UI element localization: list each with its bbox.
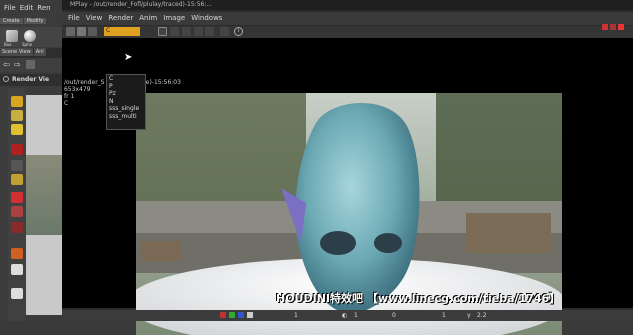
alpha-icon[interactable]	[170, 27, 179, 36]
menu-file[interactable]: File	[68, 12, 80, 25]
viewport-toolbar	[8, 88, 26, 321]
tab-modify[interactable]: Modify	[23, 18, 47, 24]
light-tool-icon[interactable]	[11, 248, 23, 259]
shelf-label-sphere: Sphe	[22, 42, 33, 47]
menu-anim[interactable]: Anim	[139, 12, 157, 25]
render-view-label: Render Vie	[12, 76, 50, 83]
lut-icon[interactable]	[182, 27, 191, 36]
minimize-icon[interactable]	[602, 24, 608, 30]
tab-scene-view[interactable]: Scene View	[0, 48, 33, 56]
menu-file[interactable]: File	[4, 4, 16, 12]
exposure-field[interactable]: 1	[294, 312, 298, 319]
sphere-icon[interactable]	[24, 30, 36, 42]
render-view-icon	[3, 76, 9, 82]
rotate-tool-icon[interactable]	[11, 124, 23, 135]
snap-tool-icon[interactable]	[11, 192, 23, 203]
channel-icon[interactable]	[88, 27, 97, 36]
info-suffix: ce)-15:56:03	[142, 79, 181, 86]
transform-tool-icon[interactable]	[11, 222, 23, 233]
zoom-icon[interactable]	[77, 27, 86, 36]
shelf: Box Sphe	[0, 27, 62, 47]
image-display[interactable]: /out/render_S ce)-15:56:03 653x479 fr 1 C	[62, 38, 633, 335]
info-path: /out/render_S	[64, 79, 105, 86]
mplay-menubar: File View Render Anim Image Windows	[62, 12, 633, 25]
alpha-channel-icon[interactable]	[247, 312, 253, 318]
scene-view-tabs: Scene View Ani	[0, 48, 62, 58]
maximize-icon[interactable]	[610, 24, 616, 30]
plane-option-sss-multi[interactable]: sss_multi	[107, 113, 145, 121]
houdini-menubar: File Edit Ren	[0, 4, 62, 16]
camera-tool-icon[interactable]	[11, 264, 23, 275]
pose-tool-icon[interactable]	[11, 174, 23, 185]
viewport-scene	[26, 155, 62, 235]
tab-create[interactable]: Create	[0, 18, 23, 24]
magnet-icon[interactable]	[11, 206, 23, 217]
box-icon[interactable]	[6, 30, 18, 42]
rgb-icon[interactable]	[158, 27, 167, 36]
menu-view[interactable]: View	[86, 12, 103, 25]
houdini-main-window: File Edit Ren Create Modify Box Sphe Scene …	[0, 0, 63, 321]
shelf-label-box: Box	[4, 42, 12, 47]
plane-option-pz[interactable]: Pz	[107, 90, 145, 98]
render-tool-icon[interactable]	[11, 288, 23, 299]
mplay-toolbar: i	[62, 26, 633, 38]
mplay-title: MPlay - /out/render_Fofl/plulay/traced)-…	[70, 1, 213, 8]
watermark: HOUDINI特效吧 【www.linecg.com/tieba/1746】	[276, 292, 561, 305]
menu-edit[interactable]: Edit	[20, 4, 34, 12]
mouse-cursor-icon: ➤	[124, 52, 133, 63]
back-arrow-icon[interactable]: ⇦	[3, 60, 10, 69]
gamma-icon[interactable]	[194, 27, 203, 36]
scale-tool-icon[interactable]	[11, 144, 23, 155]
brightness-field[interactable]: 1	[354, 312, 358, 319]
gamma-icon: γ	[467, 312, 471, 319]
plane-dropdown-menu: C P Pz N sss_single sss_multi	[106, 74, 146, 130]
snapshot-icon[interactable]	[205, 27, 214, 36]
menu-image[interactable]: Image	[163, 12, 185, 25]
mplay-window: MPlay - /out/render_Fofl/plulay/traced)-…	[62, 0, 633, 335]
move-tool-icon[interactable]	[11, 110, 23, 121]
mplay-bottom-bar: 1 ◐ 1 0 1 γ 2.2	[62, 310, 633, 321]
object-icon[interactable]	[26, 60, 35, 69]
brightness-icon[interactable]: ◐	[342, 312, 347, 319]
compare-icon[interactable]	[220, 27, 229, 36]
scale-field[interactable]: 1	[442, 312, 446, 319]
forward-arrow-icon[interactable]: ⇨	[14, 60, 21, 69]
close-icon[interactable]	[618, 24, 624, 30]
plane-select[interactable]: C	[104, 27, 140, 36]
plane-option-sss-single[interactable]: sss_single	[107, 105, 145, 113]
select-tool-icon[interactable]	[11, 96, 23, 107]
plane-option-n[interactable]: N	[107, 98, 145, 106]
info-icon[interactable]: i	[234, 27, 243, 36]
menu-render[interactable]: Render	[108, 12, 133, 25]
green-channel-icon[interactable]	[229, 312, 235, 318]
viewport[interactable]	[26, 95, 62, 315]
menu-render[interactable]: Ren	[37, 4, 50, 12]
menu-windows[interactable]: Windows	[191, 12, 222, 25]
scene-nav-bar: ⇦ ⇨	[0, 58, 62, 72]
offset-field[interactable]: 0	[392, 312, 396, 319]
gamma-field[interactable]: 2.2	[477, 312, 487, 319]
view-icon[interactable]	[66, 27, 75, 36]
render-view-tab[interactable]: Render Vie	[0, 74, 62, 86]
plane-option-c[interactable]: C	[107, 75, 145, 83]
mplay-titlebar: MPlay - /out/render_Fofl/plulay/traced)-…	[62, 0, 633, 10]
handle-tool-icon[interactable]	[11, 160, 23, 171]
shelf-tabs: Create Modify	[0, 18, 62, 27]
plane-option-p[interactable]: P	[107, 83, 145, 91]
red-channel-icon[interactable]	[220, 312, 226, 318]
blue-channel-icon[interactable]	[238, 312, 244, 318]
tab-animation[interactable]: Ani	[33, 48, 46, 56]
